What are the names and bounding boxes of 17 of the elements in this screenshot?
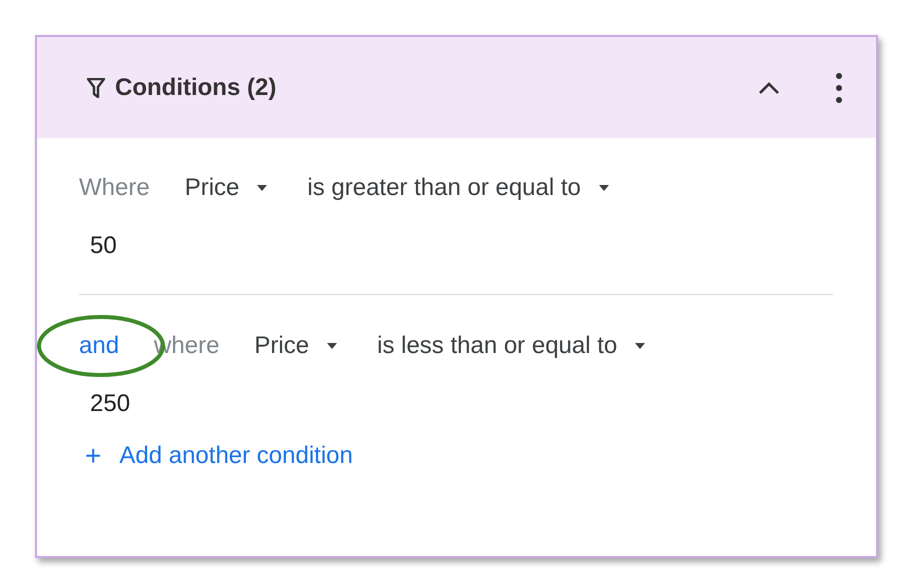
caret-icon	[327, 343, 338, 349]
panel-title: Conditions (2)	[115, 74, 278, 102]
condition-label: Where	[79, 174, 150, 202]
caret-icon	[598, 185, 609, 191]
operator-dropdown[interactable]: is less than or equal to	[377, 332, 646, 360]
value-field[interactable]: 50	[79, 214, 833, 262]
value-field[interactable]: 250	[79, 372, 833, 420]
add-condition-link[interactable]: + Add another condition	[79, 440, 833, 472]
field-dropdown[interactable]: Price	[254, 332, 338, 360]
caret-icon	[635, 343, 646, 349]
filter-icon	[87, 78, 105, 98]
caret-icon	[257, 185, 268, 191]
field-dropdown[interactable]: Price	[184, 174, 268, 202]
chevron-up-icon	[758, 80, 780, 94]
operator-dropdown[interactable]: is greater than or equal to	[307, 174, 609, 202]
conjunction-link[interactable]: and	[79, 332, 120, 360]
more-icon	[836, 72, 842, 102]
